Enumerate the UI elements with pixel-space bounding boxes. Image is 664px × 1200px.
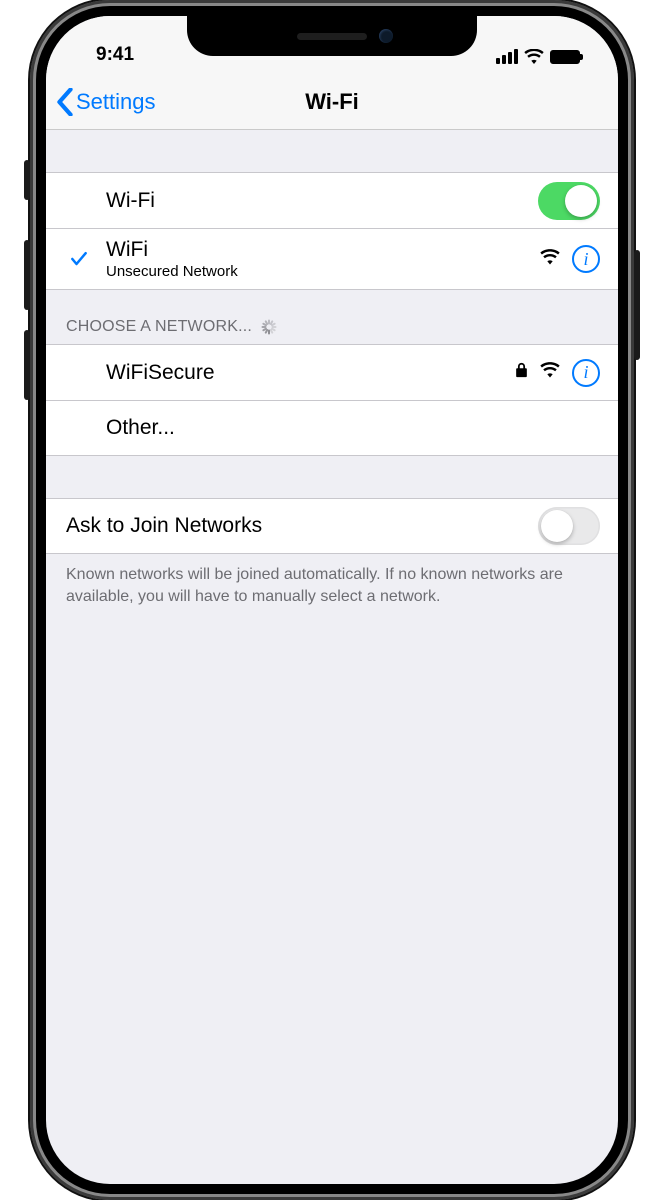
footer-text: Known networks will be joined automatica…	[46, 554, 618, 627]
ask-to-join-label: Ask to Join Networks	[66, 514, 262, 538]
back-label: Settings	[76, 89, 156, 115]
other-network-row[interactable]: Other...	[46, 400, 618, 456]
back-button[interactable]: Settings	[46, 88, 156, 116]
info-button[interactable]: i	[572, 245, 600, 273]
spinner-icon	[260, 318, 278, 336]
wifi-status-icon	[524, 49, 544, 64]
battery-icon	[550, 50, 580, 64]
connected-network-name: WiFi	[106, 238, 238, 262]
ask-to-join-row[interactable]: Ask to Join Networks	[46, 498, 618, 554]
connected-network-subtitle: Unsecured Network	[106, 263, 238, 280]
choose-network-label: CHOOSE A NETWORK...	[66, 318, 252, 336]
cellular-signal-icon	[496, 49, 518, 64]
network-name: WiFiSecure	[106, 361, 215, 385]
connected-network-row[interactable]: WiFi Unsecured Network i	[46, 228, 618, 290]
checkmark-icon	[64, 249, 94, 269]
other-label: Other...	[106, 416, 175, 440]
lock-icon	[515, 362, 528, 383]
ask-to-join-toggle[interactable]	[538, 507, 600, 545]
navigation-bar: Settings Wi-Fi	[46, 74, 618, 130]
status-time: 9:41	[96, 44, 134, 66]
wifi-signal-icon	[540, 362, 560, 383]
wifi-toggle[interactable]	[538, 182, 600, 220]
info-button[interactable]: i	[572, 359, 600, 387]
wifi-toggle-label: Wi-Fi	[106, 189, 155, 213]
chevron-left-icon	[56, 88, 74, 116]
choose-network-header: CHOOSE A NETWORK...	[46, 290, 618, 344]
wifi-toggle-row[interactable]: Wi-Fi	[46, 172, 618, 228]
network-row[interactable]: WiFiSecure i	[46, 344, 618, 400]
wifi-signal-icon	[540, 249, 560, 270]
content: Wi-Fi WiFi Unsecured Network	[46, 130, 618, 627]
